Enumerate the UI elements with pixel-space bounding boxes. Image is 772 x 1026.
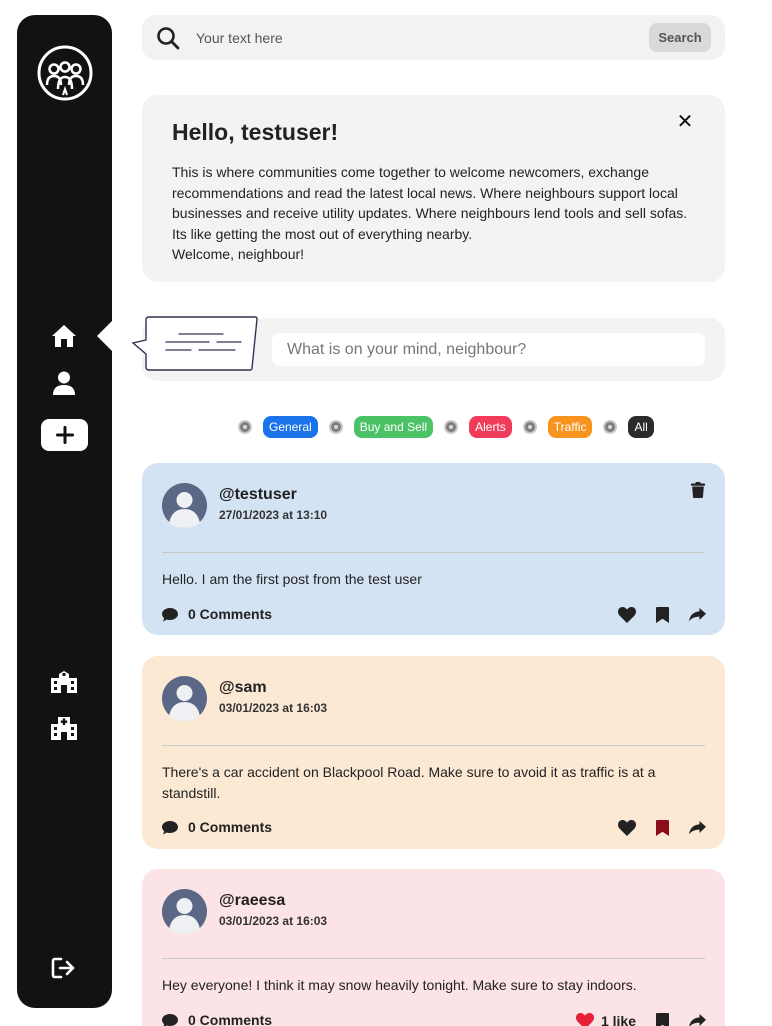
- post-actions: [601, 606, 706, 624]
- share-button[interactable]: [688, 819, 706, 837]
- filter-chip-traffic[interactable]: Traffic: [547, 416, 593, 438]
- search-button[interactable]: Search: [649, 23, 711, 52]
- post-divider: [162, 552, 705, 553]
- bookmark-icon: [655, 607, 669, 623]
- filter-radio[interactable]: [238, 420, 252, 434]
- post-actions: [601, 819, 706, 837]
- filter-chip-alerts[interactable]: Alerts: [469, 416, 512, 438]
- welcome-title: Hello, testuser!: [172, 119, 339, 145]
- filter-radio[interactable]: [603, 420, 618, 434]
- post-card: @sam 03/01/2023 at 16:03 There's a car a…: [142, 656, 725, 849]
- heart-icon: [575, 1013, 594, 1026]
- heart-icon: [618, 607, 636, 623]
- post-text: Hello. I am the first post from the test…: [162, 571, 422, 587]
- post-username[interactable]: @sam: [219, 679, 267, 697]
- bookmark-button[interactable]: [653, 1012, 671, 1026]
- comment-icon: [162, 607, 178, 621]
- bookmark-button[interactable]: [653, 819, 671, 837]
- post-username[interactable]: @raeesa: [219, 892, 285, 910]
- search-bar: Search: [142, 15, 725, 60]
- nav-schools-button[interactable]: [47, 666, 81, 696]
- home-icon: [52, 325, 76, 347]
- post-text: Hey everyone! I think it may snow heavil…: [162, 977, 637, 993]
- share-icon: [688, 607, 706, 621]
- welcome-paragraph: This is where communities come together …: [172, 164, 688, 242]
- post-divider: [162, 745, 705, 746]
- active-nav-indicator: [97, 321, 112, 351]
- heart-icon: [618, 820, 636, 836]
- post-card: @raeesa 03/01/2023 at 16:03 Hey everyone…: [142, 869, 725, 1026]
- school-icon: [51, 671, 77, 693]
- nav-add-button[interactable]: [41, 419, 88, 451]
- avatar[interactable]: [162, 483, 207, 528]
- bookmark-icon: [655, 820, 669, 836]
- nav-profile-button[interactable]: [47, 368, 81, 398]
- category-filters: General Buy and Sell Alerts Traffic All: [238, 416, 665, 438]
- comments-button[interactable]: 0 Comments: [162, 606, 272, 622]
- like-button[interactable]: 1 like: [575, 1012, 636, 1026]
- comments-count: 0 Comments: [188, 1012, 273, 1026]
- welcome-card: Hello, testuser! ✕ This is where communi…: [142, 95, 725, 282]
- share-icon: [688, 820, 706, 834]
- community-logo-icon[interactable]: [37, 45, 93, 101]
- filter-radio[interactable]: [328, 420, 343, 434]
- user-icon: [53, 371, 75, 395]
- post-divider: [162, 958, 705, 959]
- avatar[interactable]: [162, 676, 207, 721]
- nav-hospitals-button[interactable]: [47, 713, 81, 743]
- search-input[interactable]: [196, 26, 636, 50]
- plus-icon: [55, 426, 74, 444]
- comment-icon: [162, 1013, 178, 1026]
- filter-radio[interactable]: [522, 420, 537, 434]
- logout-button[interactable]: [47, 953, 81, 983]
- share-icon: [688, 1013, 706, 1026]
- comments-count: 0 Comments: [188, 819, 273, 835]
- filter-chip-all[interactable]: All: [628, 416, 654, 438]
- comments-button[interactable]: 0 Comments: [162, 819, 272, 835]
- share-button[interactable]: [688, 1012, 706, 1026]
- post-card: @testuser 27/01/2023 at 13:10 Hello. I a…: [142, 463, 725, 635]
- post-timestamp: 03/01/2023 at 16:03: [219, 701, 328, 715]
- avatar[interactable]: [162, 889, 207, 934]
- bookmark-icon: [655, 1013, 669, 1026]
- welcome-body: This is where communities come together …: [172, 162, 702, 265]
- share-button[interactable]: [688, 606, 706, 624]
- post-timestamp: 03/01/2023 at 16:03: [219, 914, 328, 928]
- speech-bubble-icon: [131, 316, 258, 371]
- bookmark-button[interactable]: [653, 606, 671, 624]
- comments-button[interactable]: 0 Comments: [162, 1012, 272, 1026]
- compose-input[interactable]: [272, 333, 705, 366]
- filter-chip-buy-and-sell[interactable]: Buy and Sell: [353, 416, 434, 438]
- search-icon: [157, 27, 180, 50]
- welcome-greeting: Welcome, neighbour!: [172, 246, 305, 262]
- filter-radio[interactable]: [444, 420, 459, 434]
- close-icon[interactable]: ✕: [676, 112, 694, 132]
- filter-chip-general[interactable]: General: [263, 416, 318, 438]
- like-button[interactable]: [618, 819, 636, 837]
- likes-count: 1 like: [600, 1013, 636, 1026]
- comments-count: 0 Comments: [188, 606, 273, 622]
- sidebar: [17, 15, 112, 1008]
- post-text: There's a car accident on Blackpool Road…: [162, 764, 656, 801]
- comment-icon: [162, 820, 178, 834]
- post-username[interactable]: @testuser: [219, 486, 297, 504]
- like-button[interactable]: [618, 606, 636, 624]
- nav-home-button[interactable]: [47, 321, 81, 351]
- hospital-icon: [51, 717, 77, 740]
- logout-icon: [51, 957, 75, 979]
- trash-icon[interactable]: [691, 482, 705, 498]
- post-actions: 1 like: [559, 1012, 706, 1026]
- post-timestamp: 27/01/2023 at 13:10: [219, 508, 328, 522]
